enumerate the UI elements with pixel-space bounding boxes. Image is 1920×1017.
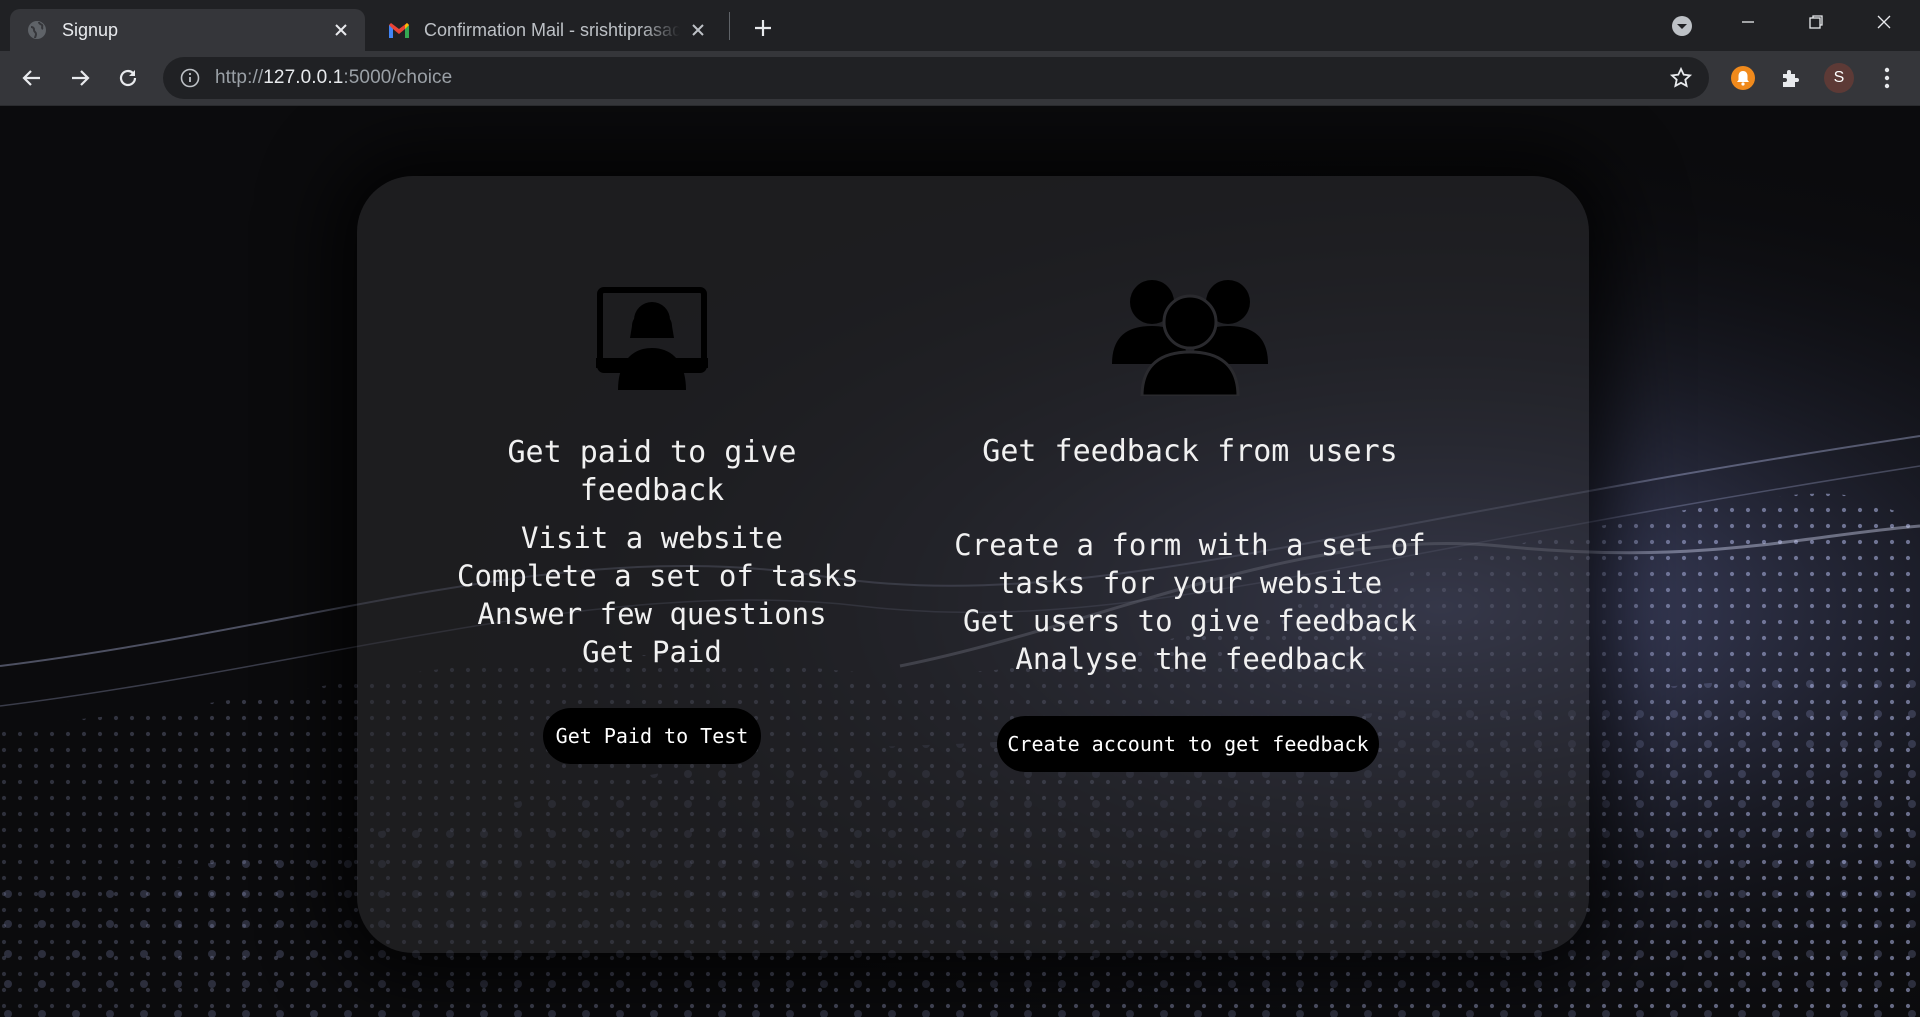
step-text: Complete a set of tasks xyxy=(457,559,859,593)
plus-icon xyxy=(755,20,771,36)
avatar: S xyxy=(1824,63,1854,93)
url-path: :5000/choice xyxy=(343,67,453,88)
get-paid-to-test-button[interactable]: Get Paid to Test xyxy=(543,708,761,764)
tab-title: Confirmation Mail - srishtiprasad xyxy=(424,19,680,40)
tab-search-button[interactable] xyxy=(1668,12,1696,40)
browser-toolbar: http://127.0.0.1:5000/choice S xyxy=(0,51,1920,106)
bell-icon xyxy=(1731,66,1755,90)
more-vertical-icon xyxy=(1884,67,1890,89)
page-viewport: Get paid to give feedback Visit a websit… xyxy=(0,106,1920,1017)
extension-bell-button[interactable] xyxy=(1727,62,1759,94)
arrow-right-icon xyxy=(72,70,90,86)
extensions-button[interactable] xyxy=(1775,62,1807,94)
restore-button[interactable] xyxy=(1782,0,1850,44)
step-text: Visit a website xyxy=(521,521,783,555)
tab-confirmation-mail[interactable]: Confirmation Mail - srishtiprasad xyxy=(372,9,722,51)
arrow-left-icon xyxy=(22,70,40,86)
close-icon xyxy=(1877,15,1891,29)
step-text: Analyse the feedback xyxy=(1015,642,1365,676)
tab-title: Signup xyxy=(62,19,119,40)
forward-button[interactable] xyxy=(63,61,97,95)
step-text: Get Paid xyxy=(582,635,722,669)
menu-button[interactable] xyxy=(1871,62,1903,94)
step-text: Get users to give feedback xyxy=(963,604,1417,638)
browser-titlebar: Signup Confirmation Mail - srishtiprasad xyxy=(0,0,1920,51)
tab-signup[interactable]: Signup xyxy=(10,9,365,51)
owner-steps: Create a form with a set of tasks for yo… xyxy=(925,526,1455,678)
url-host: 127.0.0.1 xyxy=(263,67,344,88)
reload-icon xyxy=(119,69,137,87)
puzzle-icon xyxy=(1783,70,1799,87)
address-bar[interactable]: http://127.0.0.1:5000/choice xyxy=(163,57,1709,99)
create-account-button[interactable]: Create account to get feedback xyxy=(997,716,1379,772)
info-icon[interactable] xyxy=(179,67,201,89)
tab-separator xyxy=(729,12,730,40)
tester-heading: Get paid to give feedback xyxy=(507,435,797,508)
profile-button[interactable]: S xyxy=(1823,62,1855,94)
chevron-down-circle-icon xyxy=(1672,16,1692,36)
back-button[interactable] xyxy=(15,61,49,95)
step-text: Answer few questions xyxy=(477,597,827,631)
step-text: Create a form with a set of xyxy=(954,528,1426,562)
step-text: tasks for your website xyxy=(997,566,1383,600)
choice-card: Get paid to give feedback Visit a websit… xyxy=(357,176,1589,953)
tester-steps: Visit a website Complete a set of tasks … xyxy=(457,519,859,671)
minimize-button[interactable] xyxy=(1714,0,1782,44)
close-tab-icon[interactable] xyxy=(331,20,351,40)
user-group-icon xyxy=(925,272,1455,396)
restore-icon xyxy=(1809,15,1823,29)
url-scheme: http:// xyxy=(215,67,264,88)
reload-button[interactable] xyxy=(111,61,145,95)
globe-icon xyxy=(26,19,48,41)
minimize-icon xyxy=(1742,21,1754,23)
new-tab-button[interactable] xyxy=(748,13,778,43)
url-text: http://127.0.0.1:5000/choice xyxy=(215,67,452,89)
bookmark-star-icon[interactable] xyxy=(1669,66,1693,90)
close-window-button[interactable] xyxy=(1850,0,1918,44)
close-tab-icon[interactable] xyxy=(688,20,708,40)
person-monitor-icon xyxy=(457,286,847,396)
owner-heading: Get feedback from users xyxy=(982,434,1398,469)
gmail-icon xyxy=(388,19,410,41)
